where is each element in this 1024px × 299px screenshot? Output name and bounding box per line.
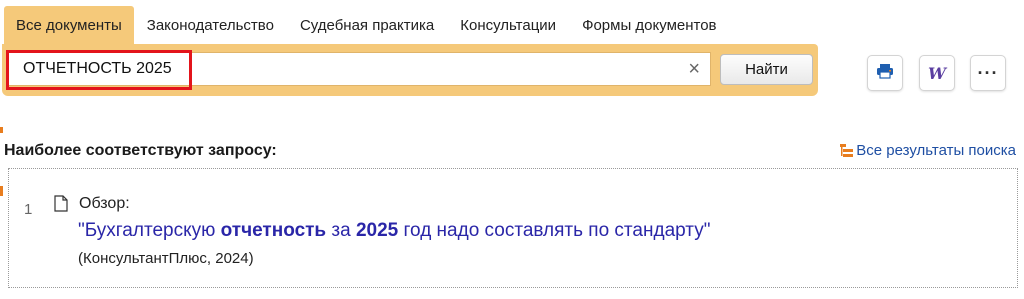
tab-consultations[interactable]: Консультации [447, 6, 569, 44]
tab-all-documents[interactable]: Все документы [4, 6, 134, 44]
more-options-button[interactable]: ··· [970, 55, 1006, 91]
search-input[interactable]: ОТЧЕТНОСТЬ 2025 × [6, 50, 711, 90]
section-title: Наиболее соответствуют запросу: [4, 142, 277, 159]
word-icon: W [928, 63, 946, 83]
more-icon: ··· [977, 63, 999, 83]
result-source: (КонсультантПлюс, 2024) [78, 250, 254, 267]
tab-court-practice[interactable]: Судебная практика [287, 6, 447, 44]
tab-bar: Все документы Законодательство Судебная … [4, 6, 730, 44]
all-results-link[interactable]: Все результаты поиска [840, 142, 1016, 159]
search-query-text[interactable]: ОТЧЕТНОСТЬ 2025 [23, 53, 172, 85]
result-title-part: "Бухгалтерскую [78, 220, 221, 241]
result-type: Обзор: [79, 195, 130, 212]
result-title-part-bold: 2025 [355, 220, 399, 241]
clear-icon[interactable]: × [688, 53, 700, 85]
tab-legislation[interactable]: Законодательство [134, 6, 287, 44]
print-icon [876, 63, 894, 84]
result-title-part-bold: отчетность [220, 220, 327, 241]
print-button[interactable] [867, 55, 903, 91]
document-icon [54, 195, 68, 217]
result-title-part: за [326, 220, 356, 241]
find-button[interactable]: Найти [720, 54, 813, 85]
all-results-label[interactable]: Все результаты поиска [856, 142, 1016, 159]
result-title-link[interactable]: "Бухгалтерскую отчетность за 2025 год на… [78, 220, 710, 242]
tab-document-forms[interactable]: Формы документов [569, 6, 729, 44]
result-number: 1 [24, 201, 33, 218]
result-card: 1 Обзор: "Бухгалтерскую отчетность за 20… [8, 168, 1018, 288]
result-title-part: год надо составлять по стандарту" [398, 220, 711, 241]
export-word-button[interactable]: W [919, 55, 955, 91]
results-tree-icon [840, 144, 854, 157]
search-bar: ОТЧЕТНОСТЬ 2025 × Найти [2, 44, 818, 96]
side-marker [0, 127, 3, 133]
side-marker [0, 186, 3, 196]
